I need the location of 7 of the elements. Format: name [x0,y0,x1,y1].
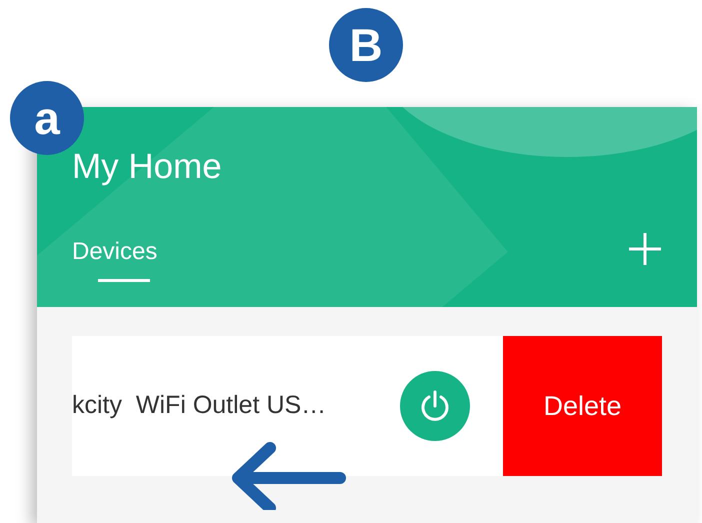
device-row[interactable]: kcity WiFi Outlet US… Delete [72,336,662,476]
add-icon[interactable] [628,232,662,266]
device-name: kcity WiFi Outlet US… [72,390,328,422]
devices-tab[interactable]: Devices [72,240,158,282]
panel-label: a [10,81,84,155]
delete-button[interactable]: Delete [503,336,662,476]
figure-label: B [329,8,403,82]
